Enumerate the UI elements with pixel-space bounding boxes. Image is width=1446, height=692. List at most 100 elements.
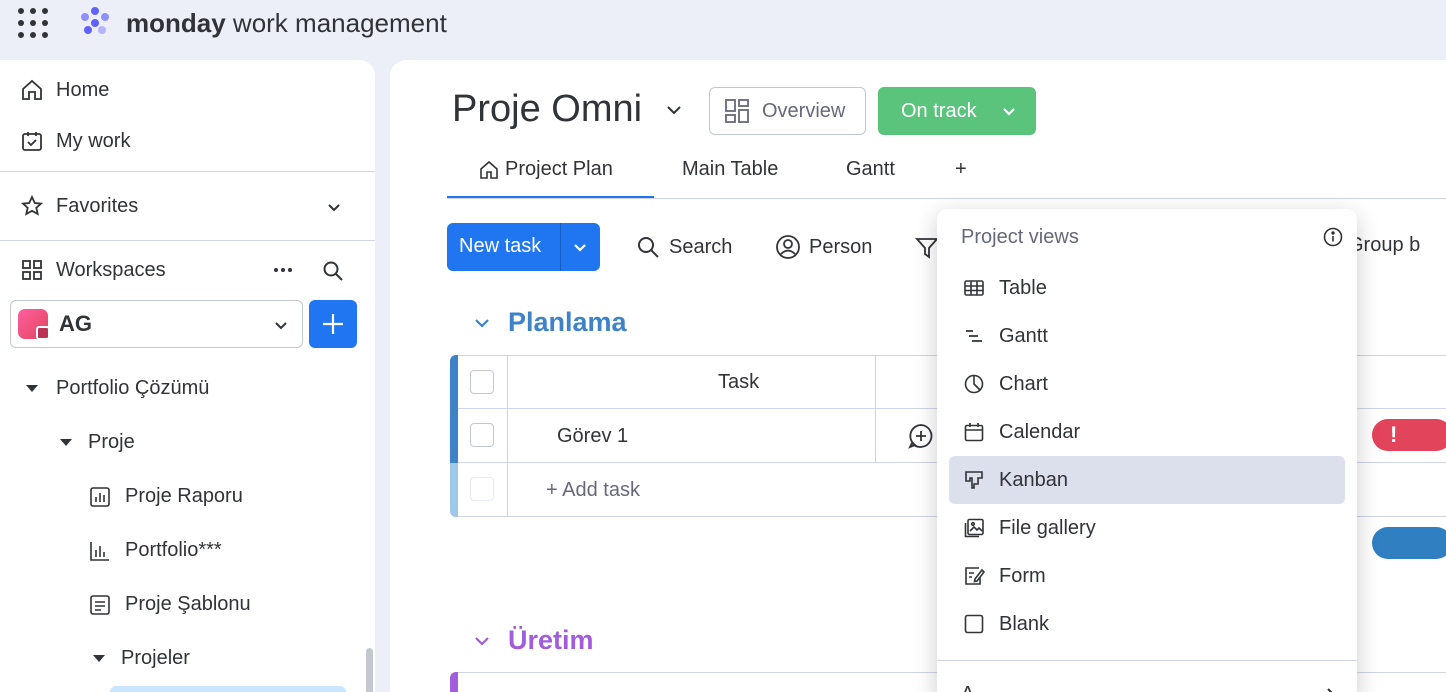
monday-logo[interactable]: [76, 4, 114, 42]
info-icon[interactable]: [1322, 226, 1344, 248]
tab-project-plan[interactable]: Project Plan: [479, 158, 613, 181]
form-icon: [965, 567, 985, 585]
sidebar-scrollbar[interactable]: [366, 648, 373, 692]
calendar-icon: [964, 423, 984, 442]
caret-down-icon: [60, 439, 72, 446]
apps-grid-icon[interactable]: [18, 8, 48, 38]
chevron-down-icon[interactable]: [472, 313, 492, 333]
new-task-label: New task: [459, 235, 542, 257]
chevron-down-icon[interactable]: [664, 100, 684, 120]
calendar-check-icon: [22, 132, 42, 151]
more-options-icon[interactable]: [271, 260, 295, 280]
row-checkbox: [470, 477, 494, 501]
chevron-down-icon[interactable]: [472, 631, 492, 651]
workspace-name: AG: [59, 311, 92, 336]
tree-item-projeler[interactable]: Projeler: [93, 647, 190, 670]
chevron-right-icon: [1327, 688, 1333, 692]
view-option-label: Form: [999, 564, 1046, 587]
board-icon: [90, 594, 110, 615]
sidebar-divider: [0, 171, 375, 172]
new-task-button[interactable]: New task: [447, 223, 600, 271]
more-views-label[interactable]: A...: [961, 683, 991, 692]
search-button[interactable]: Search: [635, 234, 732, 260]
active-tab-indicator: [447, 196, 654, 198]
project-views-dropdown: Project views Table Gantt Chart Calendar…: [937, 209, 1357, 692]
tree-item-proje-sablonu[interactable]: Proje Şablonu: [89, 593, 251, 616]
status-badge[interactable]: !: [1372, 419, 1446, 451]
caret-down-icon: [26, 385, 38, 392]
home-icon: [480, 160, 498, 179]
view-option-label: Chart: [999, 372, 1048, 395]
chevron-down-icon: [275, 322, 287, 330]
sidebar-workspaces-label: Workspaces: [56, 258, 166, 281]
row-checkbox-cell: [458, 409, 508, 462]
sidebar-item-home[interactable]: Home: [20, 78, 109, 102]
sidebar: Home My work Favorites Workspaces AG Por…: [0, 60, 375, 692]
workspace-selector[interactable]: AG: [10, 300, 303, 348]
view-option-chart[interactable]: Chart: [949, 360, 1345, 408]
view-option-form[interactable]: Form: [949, 552, 1345, 600]
tree-item-label: Proje: [88, 431, 135, 453]
tab-gantt[interactable]: Gantt: [846, 158, 895, 181]
lock-icon: [36, 326, 50, 340]
group-title-uretim[interactable]: Üretim: [472, 625, 594, 656]
task-name: Görev 1: [557, 425, 629, 447]
tree-item-proje-raporu[interactable]: Proje Raporu: [89, 485, 243, 508]
tree-item-portfolio[interactable]: Portfolio***: [89, 539, 222, 562]
view-option-calendar[interactable]: Calendar: [949, 408, 1345, 456]
group-color-bar: [450, 463, 458, 517]
plus-icon: [323, 314, 343, 334]
tab-label: Gantt: [846, 158, 895, 180]
group-by-button[interactable]: Group b: [1348, 234, 1420, 257]
chevron-down-icon[interactable]: [571, 238, 589, 256]
tree-item-portfolio-cozumu[interactable]: Portfolio Çözümü: [26, 377, 209, 400]
add-update-icon[interactable]: [907, 422, 935, 450]
dashboard-icon: [90, 541, 109, 561]
view-option-file-gallery[interactable]: File gallery: [949, 504, 1345, 552]
task-header-label: Task: [718, 371, 760, 393]
add-task-label[interactable]: + Add task: [546, 479, 640, 502]
view-option-kanban[interactable]: Kanban: [949, 456, 1345, 504]
view-option-table[interactable]: Table: [949, 264, 1345, 312]
chevron-down-icon[interactable]: [325, 198, 343, 216]
view-option-gantt[interactable]: Gantt: [949, 312, 1345, 360]
tab-main-table[interactable]: Main Table: [682, 158, 778, 181]
overview-label: Overview: [762, 99, 846, 122]
brand-name: monday work management: [126, 8, 447, 38]
sidebar-item-my-work[interactable]: My work: [20, 129, 130, 153]
group-by-label: Group b: [1348, 234, 1421, 256]
search-icon[interactable]: [322, 260, 344, 282]
new-task-separator: [560, 223, 561, 271]
row-checkbox[interactable]: [470, 423, 494, 447]
board-tabs: Project Plan Main Table Gantt +: [447, 148, 1446, 199]
tree-item-label: Portfolio***: [125, 539, 222, 561]
overview-button[interactable]: Overview: [709, 87, 866, 135]
status-button[interactable]: On track: [878, 87, 1036, 135]
add-item-button[interactable]: [309, 300, 357, 348]
workspaces-grid-icon: [22, 260, 42, 280]
search-label: Search: [669, 235, 733, 258]
person-filter-button[interactable]: Person: [775, 234, 872, 260]
view-option-label: Table: [999, 276, 1047, 299]
view-option-label: Kanban: [999, 468, 1068, 491]
view-option-label: File gallery: [999, 516, 1096, 539]
gantt-icon: [966, 330, 982, 342]
sidebar-item-workspaces[interactable]: Workspaces: [20, 258, 166, 282]
selected-tree-item[interactable]: [110, 686, 346, 692]
sidebar-home-label: Home: [56, 78, 110, 101]
group-title-planlama[interactable]: Planlama: [472, 307, 627, 338]
task-name-cell[interactable]: Görev 1: [508, 409, 876, 462]
select-all-checkbox[interactable]: [470, 370, 494, 394]
view-option-blank[interactable]: Blank: [949, 600, 1345, 648]
task-column-header[interactable]: Task: [508, 356, 876, 408]
sidebar-divider: [0, 240, 375, 241]
file-gallery-icon: [964, 518, 984, 538]
sidebar-item-favorites[interactable]: Favorites: [20, 194, 138, 218]
tree-item-label: Portfolio Çözümü: [56, 377, 210, 399]
board-title[interactable]: Proje Omni: [452, 88, 642, 131]
add-view-button[interactable]: +: [955, 158, 967, 181]
view-option-label: Calendar: [999, 420, 1081, 443]
tree-item-proje[interactable]: Proje: [60, 431, 135, 454]
view-option-label: Blank: [999, 612, 1050, 635]
caret-down-icon: [93, 655, 105, 662]
